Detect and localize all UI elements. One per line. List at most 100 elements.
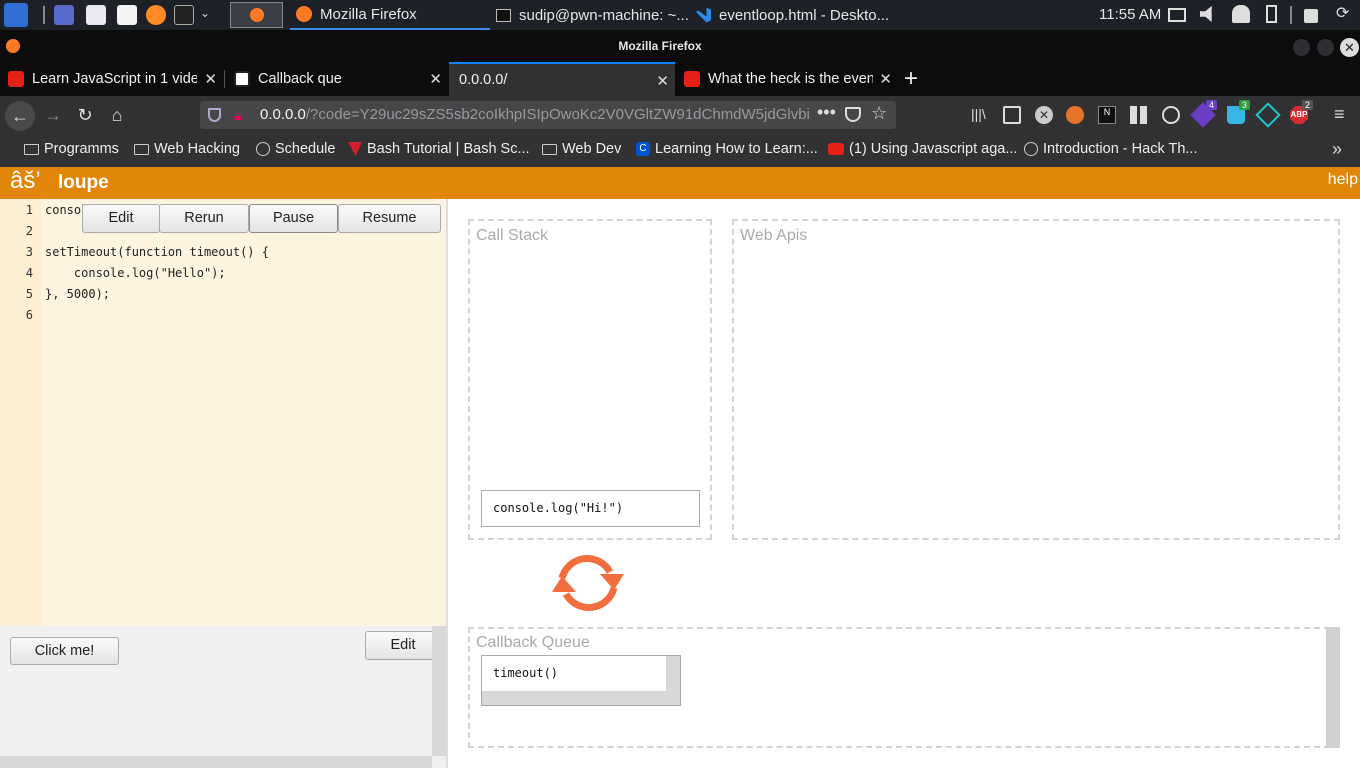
click-me-button[interactable]: Click me! <box>10 637 119 665</box>
bookmark-bash-tutorial[interactable]: Bash Tutorial | Bash Sc... <box>348 141 530 157</box>
queue-scrollbar[interactable] <box>1326 627 1340 748</box>
queue-item-label: timeout() <box>493 666 559 680</box>
forward-button[interactable]: → <box>40 102 66 128</box>
taskbar-window-vscode[interactable]: eventloop.html - Deskto... <box>690 0 900 30</box>
bookmark-label: Introduction - Hack Th... <box>1043 141 1198 157</box>
edit-html-button[interactable]: Edit <box>365 631 441 660</box>
line-number: 2 <box>25 224 33 238</box>
vscode-icon <box>696 7 711 23</box>
clock[interactable]: 11:55 AM <box>1099 6 1161 23</box>
queue-item-scrollbar[interactable] <box>666 656 680 691</box>
bookmark-learning-how-to-learn[interactable]: C Learning How to Learn:... <box>636 141 818 157</box>
bookmark-introduction-hack[interactable]: Introduction - Hack Th... <box>1024 141 1197 157</box>
firefox-workspace-icon <box>250 8 264 22</box>
tab-event-loop-video[interactable]: What the heck is the even ✕ <box>676 62 898 96</box>
url-path: /?code=Y29uc29sZS5sb2coIkhpISIpOwoKc2V0V… <box>305 106 810 123</box>
firefox-launcher-icon[interactable] <box>146 5 166 25</box>
bookmark-using-javascript[interactable]: (1) Using Javascript aga... <box>828 141 1017 157</box>
taskbar-window-label: Mozilla Firefox <box>320 5 417 23</box>
bookmark-star-icon[interactable]: ☆ <box>871 103 887 124</box>
vertical-scrollbar[interactable] <box>432 626 446 756</box>
edit-button[interactable]: Edit <box>82 204 160 233</box>
extension-badge: 4 <box>1206 100 1218 110</box>
workspace-switcher[interactable] <box>230 2 283 28</box>
bookmark-web-hacking[interactable]: Web Hacking <box>134 141 240 157</box>
bookmark-label: Web Hacking <box>154 141 240 157</box>
line-number: 6 <box>25 308 33 322</box>
bookmark-schedule[interactable]: Schedule <box>256 141 335 157</box>
extension-fox-icon[interactable] <box>1066 106 1084 124</box>
event-loop-icon <box>552 554 624 612</box>
resume-button[interactable]: Resume <box>338 204 441 233</box>
minimize-button[interactable] <box>1293 39 1310 56</box>
firefox-icon <box>296 6 312 22</box>
stack-frame: console.log("Hi!") <box>481 490 700 527</box>
close-circle-icon[interactable]: ✕ <box>1035 106 1053 124</box>
url-bar[interactable]: 🔒︎ 0.0.0.0/?code=Y29uc29sZS5sb2coIkhpISI… <box>200 101 896 129</box>
battery-icon[interactable] <box>1266 5 1277 23</box>
reload-button[interactable]: ↻ <box>72 102 98 128</box>
pocket-icon[interactable] <box>845 107 861 122</box>
cookie-icon[interactable] <box>1162 106 1180 124</box>
file-manager-icon[interactable] <box>86 5 106 25</box>
pane-divider[interactable] <box>446 199 448 768</box>
lock-screen-icon[interactable] <box>1304 9 1318 23</box>
new-tab-button[interactable]: + <box>904 65 918 93</box>
notification-bell-icon[interactable] <box>1232 5 1250 23</box>
help-link[interactable]: help <box>1328 171 1358 189</box>
page-actions-icon[interactable]: ••• <box>817 102 836 123</box>
loupe-header: âš’ loupe help <box>0 167 1360 199</box>
chevron-down-icon[interactable]: ⌄ <box>200 6 210 20</box>
close-window-button[interactable]: ✕ <box>1340 38 1359 57</box>
code-editor[interactable]: 1 2 3 4 5 6 console.log("Hi!"); setTimeo… <box>0 199 447 626</box>
tab-callback-queue[interactable]: Callback que ✕ <box>226 62 448 96</box>
desktop-icon[interactable] <box>54 5 74 25</box>
sidebar-icon[interactable] <box>1003 106 1021 124</box>
bookmark-web-dev[interactable]: Web Dev <box>542 141 621 157</box>
tab-label: Learn JavaScript in 1 vide <box>32 71 197 87</box>
back-button[interactable]: ← <box>5 101 35 131</box>
library-icon[interactable]: |||\ <box>971 106 989 124</box>
bookmark-programms[interactable]: Programms <box>24 141 119 157</box>
extension-badge: 2 <box>1302 100 1314 110</box>
hamburger-menu-icon[interactable]: ≡ <box>1334 104 1345 125</box>
extension-grid-icon[interactable] <box>1130 106 1148 124</box>
text-editor-icon[interactable] <box>117 5 137 25</box>
taskbar-window-terminal[interactable]: sudip@pwn-machine: ~... <box>490 0 690 30</box>
queue-item: timeout() <box>481 655 681 706</box>
power-icon[interactable]: ⟳ <box>1336 3 1349 23</box>
bookmark-label: Web Dev <box>562 141 622 157</box>
pause-button[interactable]: Pause <box>249 204 338 233</box>
line-number: 5 <box>25 287 33 301</box>
queue-item-hscrollbar[interactable] <box>482 691 680 705</box>
display-icon[interactable] <box>1168 8 1186 22</box>
close-tab-icon[interactable]: ✕ <box>204 70 217 88</box>
rerun-button[interactable]: Rerun <box>159 204 249 233</box>
line-number: 1 <box>25 203 33 217</box>
extension-n-icon[interactable]: N <box>1098 106 1116 124</box>
logo-text: loupe <box>58 172 109 193</box>
tab-loupe[interactable]: 0.0.0.0/ ✕ <box>449 62 675 96</box>
taskbar-window-firefox[interactable]: Mozilla Firefox <box>290 0 490 30</box>
globe-icon <box>1024 142 1038 156</box>
tracking-protection-icon[interactable] <box>208 108 221 122</box>
horizontal-scrollbar[interactable] <box>0 756 432 768</box>
tab-bar: Learn JavaScript in 1 vide ✕ Callback qu… <box>0 62 1360 96</box>
tab-learn-javascript[interactable]: Learn JavaScript in 1 vide ✕ <box>0 62 223 96</box>
line-number: 4 <box>25 266 33 280</box>
close-tab-icon[interactable]: ✕ <box>429 70 442 88</box>
maximize-button[interactable] <box>1317 39 1334 56</box>
web-apis-panel: Web Apis <box>732 219 1340 540</box>
coursera-icon: C <box>636 142 650 156</box>
bookmark-label: Bash Tutorial | Bash Sc... <box>367 141 530 157</box>
os-taskbar: ⌄ Mozilla Firefox sudip@pwn-machine: ~..… <box>0 0 1360 30</box>
web-apis-title: Web Apis <box>740 227 808 244</box>
kali-menu-icon[interactable] <box>4 3 28 27</box>
close-tab-icon[interactable]: ✕ <box>656 72 669 90</box>
bookmarks-overflow-icon[interactable]: » <box>1332 139 1342 160</box>
home-button[interactable]: ⌂ <box>104 102 130 128</box>
close-tab-icon[interactable]: ✕ <box>879 70 892 88</box>
volume-icon[interactable] <box>1200 5 1212 23</box>
terminal-launcher-icon[interactable] <box>174 5 194 25</box>
insecure-connection-icon[interactable]: 🔒︎ <box>234 107 250 123</box>
